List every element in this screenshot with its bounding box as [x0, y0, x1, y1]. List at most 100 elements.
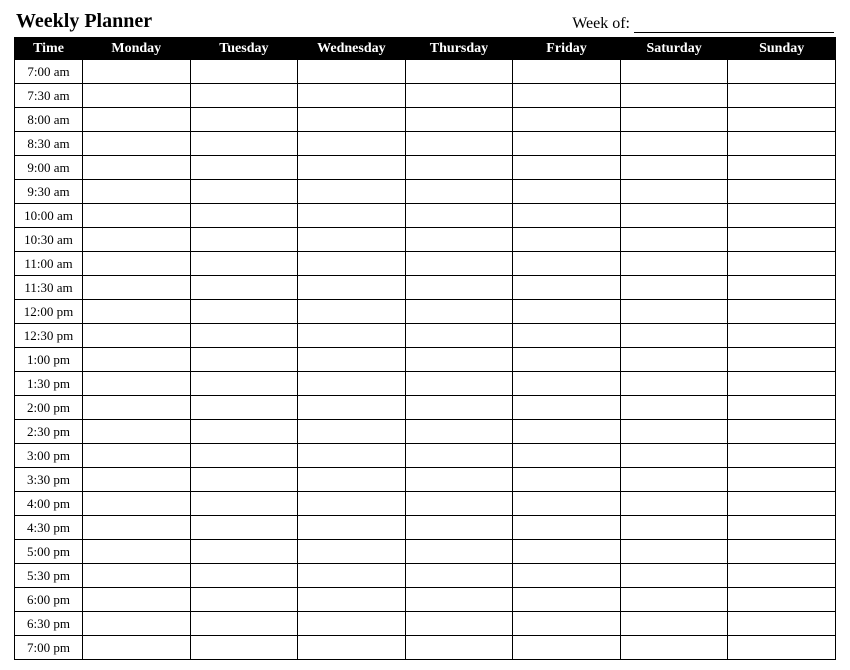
slot-cell[interactable]	[620, 396, 728, 420]
slot-cell[interactable]	[405, 492, 513, 516]
slot-cell[interactable]	[728, 60, 836, 84]
slot-cell[interactable]	[298, 420, 406, 444]
slot-cell[interactable]	[405, 204, 513, 228]
slot-cell[interactable]	[190, 60, 298, 84]
slot-cell[interactable]	[513, 540, 621, 564]
slot-cell[interactable]	[620, 564, 728, 588]
slot-cell[interactable]	[83, 444, 191, 468]
week-of-input-line[interactable]	[634, 15, 834, 33]
slot-cell[interactable]	[513, 636, 621, 660]
slot-cell[interactable]	[405, 420, 513, 444]
slot-cell[interactable]	[298, 252, 406, 276]
slot-cell[interactable]	[190, 132, 298, 156]
slot-cell[interactable]	[620, 324, 728, 348]
slot-cell[interactable]	[620, 468, 728, 492]
slot-cell[interactable]	[513, 468, 621, 492]
slot-cell[interactable]	[190, 108, 298, 132]
slot-cell[interactable]	[190, 612, 298, 636]
slot-cell[interactable]	[83, 108, 191, 132]
slot-cell[interactable]	[405, 324, 513, 348]
slot-cell[interactable]	[83, 492, 191, 516]
slot-cell[interactable]	[190, 516, 298, 540]
slot-cell[interactable]	[298, 300, 406, 324]
slot-cell[interactable]	[513, 372, 621, 396]
slot-cell[interactable]	[405, 348, 513, 372]
slot-cell[interactable]	[728, 636, 836, 660]
slot-cell[interactable]	[298, 396, 406, 420]
slot-cell[interactable]	[513, 324, 621, 348]
slot-cell[interactable]	[620, 492, 728, 516]
slot-cell[interactable]	[83, 276, 191, 300]
slot-cell[interactable]	[513, 612, 621, 636]
slot-cell[interactable]	[728, 108, 836, 132]
slot-cell[interactable]	[190, 564, 298, 588]
slot-cell[interactable]	[405, 300, 513, 324]
slot-cell[interactable]	[513, 156, 621, 180]
slot-cell[interactable]	[83, 348, 191, 372]
slot-cell[interactable]	[298, 132, 406, 156]
slot-cell[interactable]	[298, 492, 406, 516]
slot-cell[interactable]	[190, 276, 298, 300]
slot-cell[interactable]	[728, 612, 836, 636]
slot-cell[interactable]	[83, 324, 191, 348]
slot-cell[interactable]	[298, 324, 406, 348]
slot-cell[interactable]	[405, 564, 513, 588]
slot-cell[interactable]	[513, 252, 621, 276]
slot-cell[interactable]	[405, 108, 513, 132]
slot-cell[interactable]	[405, 396, 513, 420]
slot-cell[interactable]	[298, 228, 406, 252]
slot-cell[interactable]	[728, 444, 836, 468]
slot-cell[interactable]	[190, 636, 298, 660]
slot-cell[interactable]	[620, 636, 728, 660]
slot-cell[interactable]	[728, 300, 836, 324]
slot-cell[interactable]	[513, 348, 621, 372]
slot-cell[interactable]	[728, 132, 836, 156]
slot-cell[interactable]	[513, 276, 621, 300]
slot-cell[interactable]	[513, 396, 621, 420]
slot-cell[interactable]	[83, 180, 191, 204]
slot-cell[interactable]	[190, 372, 298, 396]
slot-cell[interactable]	[620, 228, 728, 252]
slot-cell[interactable]	[298, 636, 406, 660]
slot-cell[interactable]	[620, 444, 728, 468]
slot-cell[interactable]	[83, 396, 191, 420]
slot-cell[interactable]	[190, 84, 298, 108]
slot-cell[interactable]	[83, 612, 191, 636]
slot-cell[interactable]	[190, 180, 298, 204]
slot-cell[interactable]	[728, 588, 836, 612]
slot-cell[interactable]	[728, 420, 836, 444]
slot-cell[interactable]	[620, 252, 728, 276]
slot-cell[interactable]	[620, 348, 728, 372]
slot-cell[interactable]	[728, 84, 836, 108]
slot-cell[interactable]	[298, 444, 406, 468]
slot-cell[interactable]	[513, 204, 621, 228]
slot-cell[interactable]	[620, 84, 728, 108]
slot-cell[interactable]	[620, 300, 728, 324]
slot-cell[interactable]	[728, 156, 836, 180]
slot-cell[interactable]	[298, 108, 406, 132]
slot-cell[interactable]	[190, 348, 298, 372]
slot-cell[interactable]	[298, 612, 406, 636]
slot-cell[interactable]	[728, 348, 836, 372]
slot-cell[interactable]	[728, 228, 836, 252]
slot-cell[interactable]	[513, 564, 621, 588]
slot-cell[interactable]	[405, 60, 513, 84]
slot-cell[interactable]	[83, 372, 191, 396]
slot-cell[interactable]	[620, 372, 728, 396]
slot-cell[interactable]	[728, 252, 836, 276]
slot-cell[interactable]	[83, 252, 191, 276]
slot-cell[interactable]	[405, 612, 513, 636]
slot-cell[interactable]	[83, 540, 191, 564]
slot-cell[interactable]	[405, 588, 513, 612]
slot-cell[interactable]	[83, 228, 191, 252]
slot-cell[interactable]	[513, 180, 621, 204]
slot-cell[interactable]	[513, 228, 621, 252]
slot-cell[interactable]	[405, 468, 513, 492]
slot-cell[interactable]	[83, 636, 191, 660]
slot-cell[interactable]	[405, 276, 513, 300]
slot-cell[interactable]	[405, 516, 513, 540]
slot-cell[interactable]	[298, 564, 406, 588]
slot-cell[interactable]	[190, 540, 298, 564]
slot-cell[interactable]	[513, 60, 621, 84]
slot-cell[interactable]	[190, 324, 298, 348]
